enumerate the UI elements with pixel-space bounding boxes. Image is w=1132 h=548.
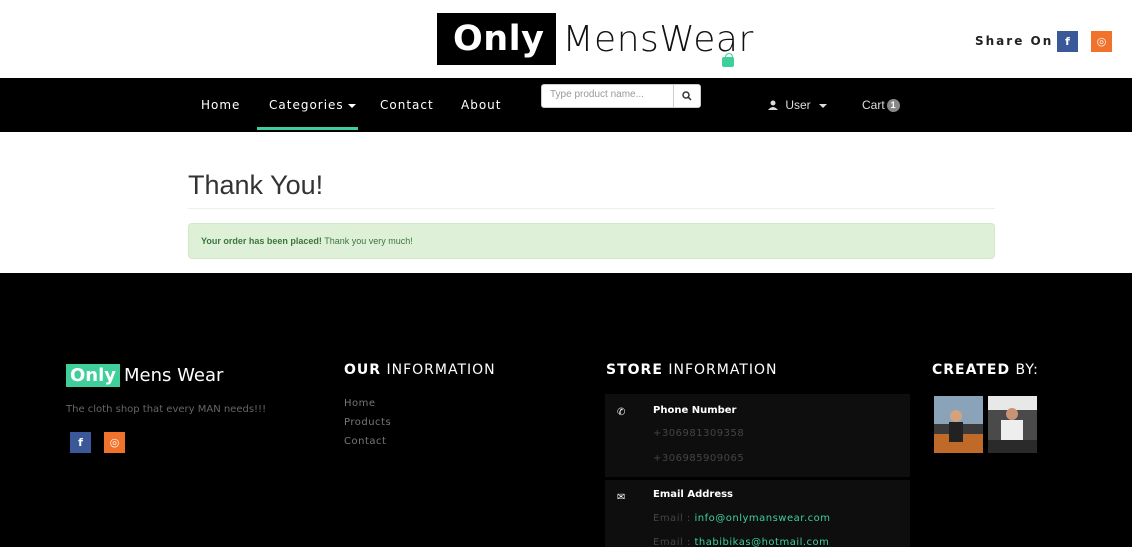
footer-link-home[interactable]: Home <box>344 398 376 409</box>
chevron-down-icon <box>347 103 356 108</box>
our-information-heading: OUR INFORMATION <box>344 362 496 378</box>
divider <box>188 208 995 209</box>
footer-link-contact[interactable]: Contact <box>344 436 386 447</box>
footer-link-products[interactable]: Products <box>344 417 391 428</box>
creator-photo[interactable] <box>988 396 1037 453</box>
logo-text: MensWear <box>562 18 754 60</box>
heading-rest: INFORMATION <box>662 362 778 378</box>
email-row: Email : info@onlymanswear.com <box>653 513 831 524</box>
phone-box <box>605 394 910 477</box>
nav-categories-label: Categories <box>269 98 344 112</box>
nav-home[interactable]: Home <box>201 78 240 132</box>
email-prefix: Email : <box>653 537 695 548</box>
search-input[interactable]: Type product name... <box>541 84 674 108</box>
facebook-icon: f <box>1065 35 1070 48</box>
footer-tagline: The cloth shop that every MAN needs!!! <box>66 404 267 415</box>
phone-number: +306985909065 <box>653 453 745 464</box>
phone-title: Phone Number <box>653 405 737 416</box>
envelope-icon: ✉ <box>617 492 626 503</box>
nav-contact[interactable]: Contact <box>380 78 434 132</box>
email-row: Email : thabibikas@hotmail.com <box>653 537 829 548</box>
search-button[interactable] <box>673 84 701 108</box>
heading-rest: INFORMATION <box>381 362 496 378</box>
instagram-icon: ◎ <box>1096 35 1107 48</box>
nav-about[interactable]: About <box>461 78 501 132</box>
logo-bold-text: Only <box>437 13 557 65</box>
cart-label: Cart <box>862 98 885 112</box>
email-title: Email Address <box>653 489 734 500</box>
nav-categories[interactable]: Categories <box>269 78 356 132</box>
search-icon <box>682 91 692 101</box>
user-menu[interactable]: User <box>768 78 827 132</box>
created-by-heading: CREATED BY: <box>932 362 1039 378</box>
creator-photo[interactable] <box>934 396 983 453</box>
instagram-icon: ◎ <box>109 436 120 449</box>
alert-strong-text: Your order has been placed! <box>201 236 322 246</box>
phone-icon: ✆ <box>617 407 626 418</box>
user-menu-label: User <box>785 98 811 112</box>
site-logo[interactable]: Only MensWear <box>437 13 754 67</box>
instagram-share-button[interactable]: ◎ <box>1091 31 1112 52</box>
store-information-heading: STORE INFORMATION <box>606 362 777 378</box>
chevron-down-icon <box>818 103 827 108</box>
heading-bold: OUR <box>344 362 382 378</box>
user-icon <box>768 100 778 110</box>
footer-logo-bold: Only <box>66 364 121 387</box>
footer-logo[interactable]: Only Mens Wear <box>66 364 223 387</box>
footer-facebook-button[interactable]: f <box>70 432 91 453</box>
alert-text: Thank you very much! <box>321 236 413 246</box>
phone-number: +306981309358 <box>653 428 745 439</box>
footer-logo-text: Mens Wear <box>124 365 224 386</box>
cart-link[interactable]: Cart 1 <box>862 78 900 132</box>
heading-bold: STORE <box>606 362 663 378</box>
shopping-bag-icon <box>722 53 734 67</box>
footer-instagram-button[interactable]: ◎ <box>104 432 125 453</box>
active-nav-indicator <box>257 127 358 130</box>
facebook-icon: f <box>78 436 83 449</box>
facebook-share-button[interactable]: f <box>1057 31 1078 52</box>
page-title: Thank You! <box>188 170 324 200</box>
share-label: Share On : <box>975 34 1067 48</box>
email-prefix: Email : <box>653 513 695 524</box>
heading-bold: CREATED <box>932 362 1011 378</box>
success-alert: Your order has been placed! Thank you ve… <box>188 223 995 259</box>
cart-count-badge: 1 <box>886 99 900 113</box>
heading-rest: BY: <box>1010 362 1039 378</box>
email-link[interactable]: thabibikas@hotmail.com <box>694 537 829 548</box>
email-link[interactable]: info@onlymanswear.com <box>694 513 830 524</box>
